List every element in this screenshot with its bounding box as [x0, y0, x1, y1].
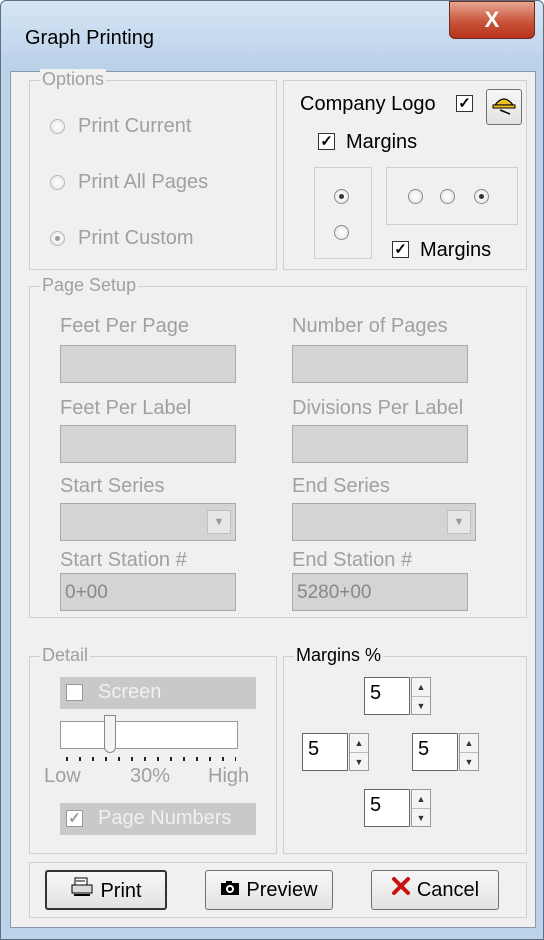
margin-bottom-spin-buttons[interactable]: ▲ ▼ — [411, 789, 431, 827]
high-label: High — [208, 765, 250, 787]
margins2-label: Margins — [420, 239, 492, 261]
feet-per-page-label: Feet Per Page — [60, 315, 189, 337]
logo-center-radio[interactable] — [440, 189, 455, 204]
feet-per-label-label: Feet Per Label — [60, 397, 192, 419]
slider-percent-label: 30% — [130, 765, 171, 787]
spin-down-icon[interactable]: ▼ — [412, 809, 430, 827]
window-title: Graph Printing — [25, 27, 154, 49]
slider-ticks — [66, 757, 236, 761]
logo-select-button[interactable] — [486, 89, 522, 125]
logo-group: Company Logo ✓ ✓ Margins ✓ Margins — [283, 80, 527, 270]
print-custom-label: Print Custom — [78, 227, 194, 249]
margin-left-value[interactable]: 5 — [302, 733, 348, 771]
logo-right-radio[interactable] — [474, 189, 489, 204]
preview-button[interactable]: Preview — [205, 870, 333, 910]
hardhat-icon — [492, 98, 516, 115]
company-logo-label: Company Logo — [300, 93, 436, 115]
margins-label: Margins — [346, 131, 418, 153]
feet-per-page-field[interactable] — [60, 345, 236, 383]
spin-down-icon[interactable]: ▼ — [412, 697, 430, 715]
page-setup-group: Page Setup Feet Per Page Number of Pages… — [29, 275, 527, 618]
margin-top-spin-buttons[interactable]: ▲ ▼ — [411, 677, 431, 715]
printer-icon — [70, 872, 94, 910]
title-bar: Graph Printing X — [1, 1, 543, 71]
slider-thumb[interactable] — [104, 715, 116, 753]
logo-bottom-radio[interactable] — [334, 225, 349, 240]
detail-group: Detail Screen Low 30% High ✓ Page Number… — [29, 645, 277, 854]
screen-toggle[interactable]: Screen — [60, 677, 256, 709]
logo-left-radio[interactable] — [408, 189, 423, 204]
options-group: Options Print Current Print All Pages Pr… — [29, 69, 277, 270]
start-series-label: Start Series — [60, 475, 165, 497]
print-custom-radio[interactable] — [50, 231, 65, 246]
start-station-field[interactable]: 0+00 — [60, 573, 236, 611]
divisions-per-label-label: Divisions Per Label — [292, 397, 464, 419]
spin-down-icon[interactable]: ▼ — [460, 753, 478, 771]
margin-right-value[interactable]: 5 — [412, 733, 458, 771]
preview-button-label: Preview — [246, 879, 318, 901]
page-numbers-checkbox[interactable]: ✓ — [66, 810, 83, 827]
print-button[interactable]: Print — [45, 870, 167, 910]
margin-left-spin-buttons[interactable]: ▲ ▼ — [349, 733, 369, 771]
margin-right-spin-buttons[interactable]: ▲ ▼ — [459, 733, 479, 771]
cancel-button[interactable]: Cancel — [371, 870, 499, 910]
print-all-pages-radio[interactable] — [50, 175, 65, 190]
spin-up-icon[interactable]: ▲ — [412, 678, 430, 697]
margins-percent-legend: Margins % — [294, 645, 384, 666]
dialog-window: Graph Printing X Options Print Current P… — [0, 0, 544, 940]
start-station-label: Start Station # — [60, 549, 187, 571]
print-button-label: Print — [100, 880, 142, 902]
number-of-pages-field[interactable] — [292, 345, 468, 383]
chevron-down-icon: ▼ — [447, 510, 471, 534]
start-station-value: 0+00 — [65, 582, 108, 603]
spin-up-icon[interactable]: ▲ — [412, 790, 430, 809]
spin-down-icon[interactable]: ▼ — [350, 753, 368, 771]
close-button[interactable]: X — [449, 1, 535, 39]
vertical-position-group — [314, 167, 372, 259]
margin-top-value[interactable]: 5 — [364, 677, 410, 715]
options-legend: Options — [40, 69, 107, 90]
end-station-value: 5280+00 — [297, 582, 372, 603]
number-of-pages-label: Number of Pages — [292, 315, 448, 337]
screen-checkbox[interactable] — [66, 684, 83, 701]
dialog-body: Options Print Current Print All Pages Pr… — [10, 69, 536, 928]
low-label: Low — [44, 765, 81, 787]
chevron-down-icon: ▼ — [207, 510, 231, 534]
margins-checkbox[interactable]: ✓ — [318, 133, 335, 150]
screen-label: Screen — [98, 681, 162, 703]
margin-bottom-value[interactable]: 5 — [364, 789, 410, 827]
margins2-checkbox[interactable]: ✓ — [392, 241, 409, 258]
divisions-per-label-field[interactable] — [292, 425, 468, 463]
end-station-label: End Station # — [292, 549, 413, 571]
page-numbers-label: Page Numbers — [98, 807, 232, 829]
print-current-label: Print Current — [78, 115, 192, 137]
print-current-radio[interactable] — [50, 119, 65, 134]
detail-slider[interactable] — [60, 721, 238, 749]
start-series-dropdown[interactable]: ▼ — [60, 503, 236, 541]
end-series-dropdown[interactable]: ▼ — [292, 503, 476, 541]
logo-top-radio[interactable] — [334, 189, 349, 204]
cancel-button-label: Cancel — [416, 879, 480, 901]
spin-up-icon[interactable]: ▲ — [460, 734, 478, 753]
camera-icon — [220, 871, 240, 909]
detail-legend: Detail — [40, 645, 91, 666]
red-x-icon — [391, 871, 411, 909]
end-series-label: End Series — [292, 475, 390, 497]
end-station-field[interactable]: 5280+00 — [292, 573, 468, 611]
feet-per-label-field[interactable] — [60, 425, 236, 463]
print-all-pages-label: Print All Pages — [78, 171, 209, 193]
company-logo-checkbox[interactable]: ✓ — [456, 95, 473, 112]
page-numbers-toggle[interactable]: ✓ Page Numbers — [60, 803, 256, 835]
margins-percent-group: Margins % 5 ▲ ▼ 5 ▲ ▼ 5 ▲ ▼ 5 ▲ ▼ — [283, 645, 527, 854]
page-setup-legend: Page Setup — [40, 275, 139, 296]
spin-up-icon[interactable]: ▲ — [350, 734, 368, 753]
